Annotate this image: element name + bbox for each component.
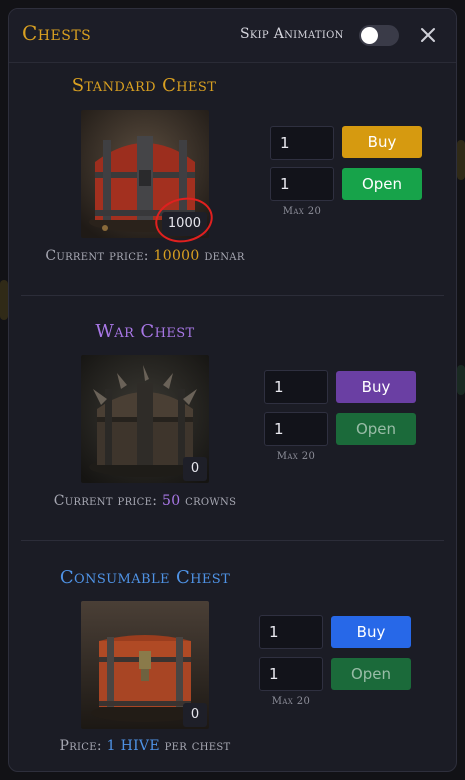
buy-quantity-input[interactable] (270, 126, 334, 160)
owned-count-badge: 0 (183, 703, 207, 727)
modal-title: Chests (22, 21, 92, 45)
backdrop-decoration (0, 280, 8, 320)
price-line: Current price: 50 crowns (10, 493, 280, 509)
price-value: 1 HIVE (106, 738, 160, 754)
price-unit: denar (199, 248, 245, 264)
section-divider (21, 295, 444, 296)
open-button[interactable]: Open (331, 658, 411, 690)
backdrop-decoration (457, 140, 465, 180)
consumable-chest-image: 0 (81, 601, 209, 729)
max-label: Max 20 (276, 451, 316, 462)
war-chest-image: 0 (81, 355, 209, 483)
price-line: Price: 1 HIVE per chest (10, 738, 280, 754)
price-unit: per chest (159, 738, 231, 754)
price-value: 10000 (153, 248, 200, 264)
max-label: Max 20 (282, 206, 322, 217)
chest-title: Standard Chest (71, 75, 217, 96)
section-divider (21, 540, 444, 541)
open-button[interactable]: Open (342, 168, 422, 200)
chest-title: Consumable Chest (59, 567, 231, 588)
price-line: Current price: 10000 denar (10, 248, 280, 264)
backdrop-decoration (457, 365, 465, 395)
chests-modal: Chests Skip Animation Standard Chest 100… (8, 8, 457, 772)
buy-button[interactable]: Buy (342, 126, 422, 158)
price-label: Current price: (45, 248, 154, 264)
price-value: 50 (161, 493, 181, 509)
chest-title: War Chest (95, 321, 195, 342)
open-quantity-input[interactable] (270, 167, 334, 201)
max-label: Max 20 (271, 696, 311, 707)
price-unit: crowns (180, 493, 237, 509)
buy-quantity-input[interactable] (259, 615, 323, 649)
owned-count-badge: 0 (183, 457, 207, 481)
modal-header: Chests Skip Animation (9, 9, 456, 63)
open-quantity-input[interactable] (259, 657, 323, 691)
price-label: Current price: (53, 493, 162, 509)
close-icon[interactable] (419, 26, 437, 44)
open-button[interactable]: Open (336, 413, 416, 445)
toggle-knob (361, 27, 378, 44)
price-label: Price: (59, 738, 107, 754)
buy-quantity-input[interactable] (264, 370, 328, 404)
buy-button[interactable]: Buy (331, 616, 411, 648)
open-quantity-input[interactable] (264, 412, 328, 446)
buy-button[interactable]: Buy (336, 371, 416, 403)
skip-animation-toggle[interactable] (359, 25, 399, 46)
skip-animation-label: Skip Animation (240, 26, 344, 42)
